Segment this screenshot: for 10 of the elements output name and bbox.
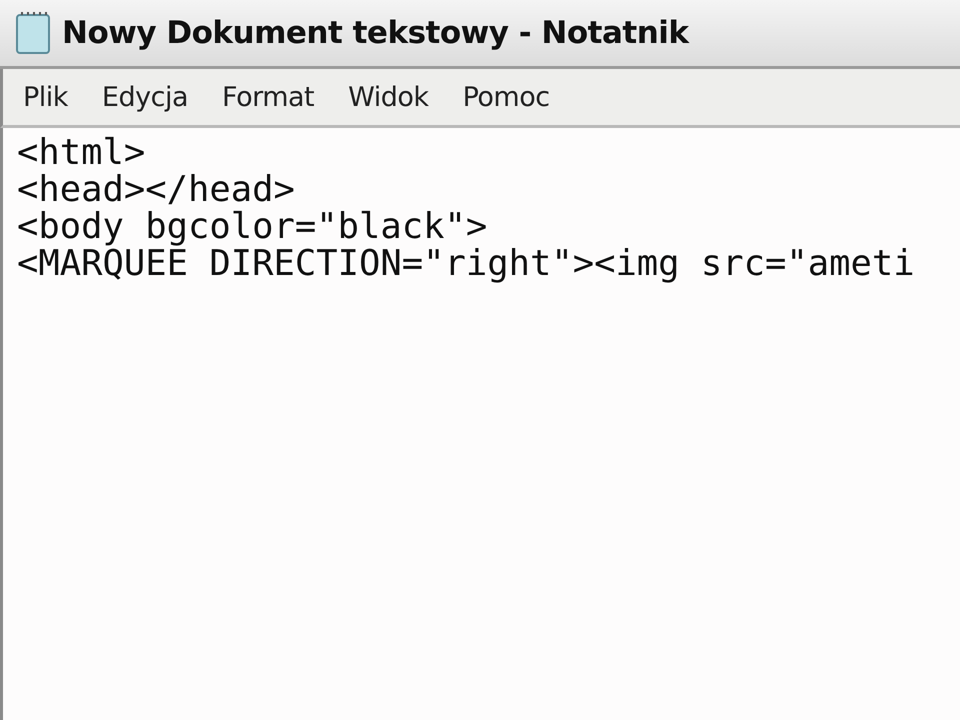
menu-item[interactable]: Edycja <box>102 82 188 112</box>
code-line: <MARQUEE DIRECTION="right"><img src="ameti <box>17 245 916 282</box>
code-line: <body bgcolor="black"> <box>17 208 488 245</box>
menu-item[interactable]: Widok <box>348 82 429 112</box>
menu-item[interactable]: Pomoc <box>462 82 550 112</box>
window-title: Nowy Dokument tekstowy - Notatnik <box>62 15 689 51</box>
code-line: <html> <box>17 134 146 171</box>
menu-item[interactable]: Format <box>222 82 314 112</box>
menu-item[interactable]: Plik <box>23 82 68 112</box>
code-line: <head></head> <box>17 171 296 208</box>
